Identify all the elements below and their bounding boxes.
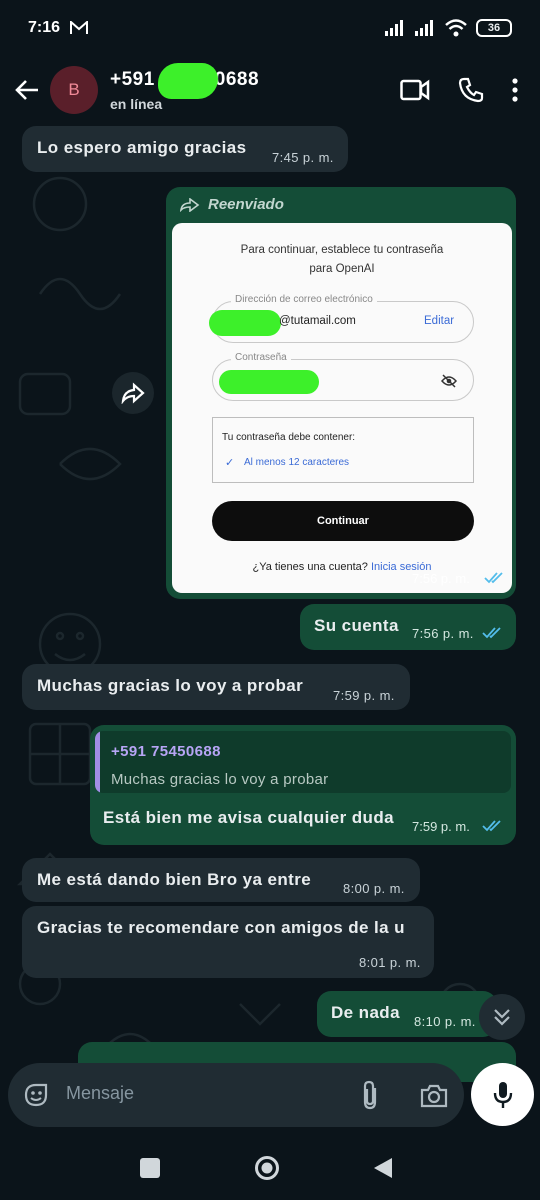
message-composer[interactable]: Mensaje	[8, 1063, 464, 1127]
sticker-icon[interactable]	[22, 1081, 50, 1109]
forwarded-icon	[180, 197, 200, 212]
password-requirements: Tu contraseña debe contener: ✓ Al menos …	[212, 417, 474, 483]
message-text: Gracias te recomendare con amigos de la …	[37, 918, 405, 937]
avatar[interactable]: B	[50, 66, 98, 114]
contact-name-suffix: 0688	[214, 68, 260, 90]
double-chevron-down-icon	[494, 1009, 510, 1026]
contact-info[interactable]: +591 0688 en línea	[110, 62, 260, 112]
read-ticks-icon	[482, 820, 501, 832]
message-text: Lo espero amigo gracias	[37, 138, 247, 157]
message-time: 7:56 p. m.	[412, 571, 470, 586]
quoted-sender: +591 75450688	[111, 743, 221, 760]
message-bubble[interactable]: Lo espero amigo gracias 7:45 p. m.	[22, 126, 348, 172]
requirements-title: Tu contraseña debe contener:	[222, 432, 356, 443]
share-arrow-icon	[121, 382, 145, 404]
email-value: @tutamail.com	[279, 315, 356, 327]
system-navigation-bar	[0, 1134, 540, 1200]
message-time: 7:56 p. m.	[412, 626, 474, 641]
eye-off-icon	[441, 374, 457, 388]
email-edit-link: Editar	[424, 315, 455, 327]
arrow-left-icon	[15, 80, 38, 100]
reply-message-bubble[interactable]: +591 75450688 Muchas gracias lo voy a pr…	[90, 725, 516, 845]
battery-indicator: 36	[476, 19, 512, 37]
attachment-icon[interactable]	[359, 1080, 381, 1110]
read-ticks-icon	[482, 627, 501, 639]
status-bar: 7:16 36	[0, 0, 540, 56]
message-text: Está bien me avisa cualquier duda	[103, 808, 394, 827]
email-field: Dirección de correo electrónico @tutamai…	[209, 294, 474, 343]
microphone-icon	[493, 1081, 512, 1108]
message-bubble[interactable]: Su cuenta 7:56 p. m.	[300, 604, 516, 650]
message-text: Muchas gracias lo voy a probar	[37, 676, 304, 695]
message-input[interactable]: Mensaje	[66, 1083, 134, 1104]
message-time: 8:00 p. m.	[343, 881, 405, 896]
requirement-item: Al menos 12 caracteres	[244, 457, 350, 468]
signal-icon	[415, 20, 433, 36]
chat-header: B +591 0688 en línea	[0, 56, 540, 124]
more-options-icon[interactable]	[512, 78, 518, 102]
read-ticks-icon	[484, 572, 503, 584]
quoted-text: Muchas gracias lo voy a probar	[111, 771, 329, 788]
message-bubble[interactable]: Me está dando bien Bro ya entre 8:00 p. …	[22, 858, 420, 902]
contact-name-prefix: +591	[110, 68, 155, 90]
continue-button: Continuar	[212, 501, 474, 541]
login-prompt-text: ¿Ya tienes una cuenta?	[252, 561, 368, 573]
redaction-mark	[158, 62, 218, 99]
status-time: 7:16	[28, 19, 61, 36]
password-field: Contraseña	[212, 352, 474, 401]
camera-icon[interactable]	[420, 1084, 448, 1108]
phone-icon[interactable]	[458, 77, 484, 103]
contact-name: +591 0688	[110, 62, 260, 99]
message-text: De nada	[331, 1003, 400, 1022]
signal-icon	[385, 20, 403, 36]
email-legend: Dirección de correo electrónico	[231, 294, 377, 305]
message-time: 8:01 p. m.	[359, 955, 421, 970]
redaction-mark	[219, 370, 319, 394]
status-indicators: 36	[384, 19, 512, 37]
screenshot-image[interactable]: Para continuar, establece tu contraseña …	[172, 223, 512, 593]
scroll-to-bottom-button[interactable]	[479, 994, 525, 1040]
redaction-mark	[209, 310, 281, 336]
forwarded-image-message[interactable]: Reenviado Para continuar, establece tu c…	[166, 187, 516, 599]
image-heading-line: para OpenAI	[309, 263, 375, 275]
password-legend: Contraseña	[231, 352, 291, 363]
header-actions	[400, 77, 518, 103]
message-time: 8:10 p. m.	[414, 1014, 476, 1029]
video-call-icon[interactable]	[400, 79, 430, 101]
message-bubble[interactable]: Muchas gracias lo voy a probar 7:59 p. m…	[22, 664, 410, 710]
gmail-icon	[70, 21, 89, 34]
home-icon[interactable]	[254, 1155, 280, 1181]
message-time: 7:59 p. m.	[412, 819, 470, 834]
voice-message-button[interactable]	[471, 1063, 534, 1126]
message-text: Me está dando bien Bro ya entre	[37, 870, 312, 889]
message-time: 7:59 p. m.	[333, 688, 395, 703]
quote-accent-bar	[95, 731, 100, 793]
quoted-message[interactable]: +591 75450688 Muchas gracias lo voy a pr…	[95, 731, 511, 793]
message-bubble[interactable]: Gracias te recomendare con amigos de la …	[22, 906, 434, 978]
forward-button[interactable]	[112, 372, 154, 414]
message-text: Su cuenta	[314, 616, 399, 635]
forwarded-text: Reenviado	[208, 196, 284, 213]
forwarded-label: Reenviado	[180, 196, 284, 213]
image-heading: Para continuar, establece tu contraseña …	[172, 241, 512, 279]
back-button[interactable]	[4, 67, 50, 113]
message-time: 7:45 p. m.	[272, 150, 334, 165]
message-bubble[interactable]: De nada 8:10 p. m.	[317, 991, 497, 1037]
recents-icon[interactable]	[140, 1158, 160, 1178]
image-heading-line: Para continuar, establece tu contraseña	[240, 244, 444, 256]
back-nav-icon[interactable]	[372, 1157, 394, 1179]
check-icon: ✓	[225, 457, 235, 469]
wifi-icon	[445, 19, 467, 37]
